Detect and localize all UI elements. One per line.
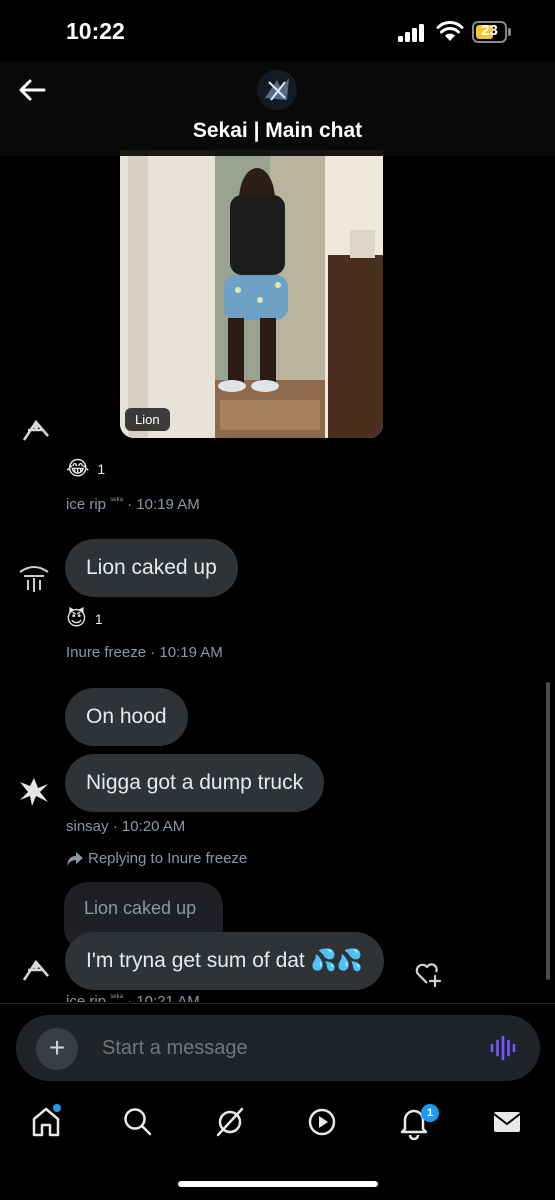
reaction-count: 1 [97,461,106,477]
group-avatar[interactable] [257,70,297,110]
status-bar: 10:22 23 [0,0,555,62]
reply-label: Replying to Inure freeze [88,850,248,867]
message-time: 10:21 AM [136,993,200,1002]
notifications-badge: 1 [421,1104,439,1122]
reaction-emoji: 😈 [66,608,87,630]
search-icon[interactable] [120,1104,156,1140]
message-composer: + [16,1015,540,1081]
message-meta: ice rip ˢᵉᵏᵃ · 10:21 AM [66,992,200,1002]
reaction[interactable]: 😂 1 [66,458,105,480]
signal-icon [398,24,426,42]
status-time: 10:22 [66,18,125,44]
sender-name: sinsay [66,818,109,835]
sender-tag: ˢᵉᵏᵃ [110,992,123,1002]
sender-name: ice rip [66,993,107,1002]
reply-indicator: Replying to Inure freeze [66,850,247,867]
home-unread-dot [53,1104,61,1112]
battery-icon: 23 [472,21,512,43]
reaction-count: 1 [94,611,103,627]
voice-message-icon[interactable] [489,1035,517,1061]
reply-arrow-icon [67,851,83,866]
media-label: Lion [125,408,170,431]
messages-envelope-icon[interactable] [489,1104,525,1140]
home-indicator[interactable] [178,1181,378,1187]
sender-tag: ˢᵉᵏᵃ [110,495,123,505]
grok-icon[interactable] [212,1104,248,1140]
message-bubble[interactable]: Nigga got a dump truck [65,754,325,812]
message-meta: ice rip ˢᵉᵏᵃ · 10:19 AM [66,495,200,513]
message-time: 10:20 AM [121,818,186,835]
video-icon[interactable] [304,1104,340,1140]
message-time: 10:19 AM [136,496,200,513]
wifi-icon [436,21,464,41]
message-bubble[interactable]: On hood [65,688,188,746]
avatar[interactable] [16,950,56,990]
reaction-emoji: 😂 [66,458,90,480]
sender-name: Inure freeze [66,644,147,661]
back-arrow-icon[interactable] [14,76,50,104]
battery-level: 23 [481,22,498,39]
avatar[interactable] [14,558,54,598]
chat-title[interactable]: Sekai | Main chat [0,119,555,143]
message-meta: sinsay · 10:20 AM [66,818,186,835]
message-input[interactable] [102,1029,462,1067]
sender-name: ice rip [66,496,107,513]
avatar[interactable] [14,772,54,812]
add-reaction-icon[interactable] [413,958,443,988]
shared-photo[interactable] [120,150,383,438]
chat-header: Sekai | Main chat [0,62,555,156]
message-bubble[interactable]: I'm tryna get sum of dat 💦💦 [65,932,384,990]
message-bubble[interactable]: Lion caked up [65,539,238,597]
scrollbar[interactable] [546,682,550,980]
message-meta: Inure freeze · 10:19 AM [66,644,223,661]
message-time: 10:19 AM [159,644,223,661]
add-attachment-button[interactable]: + [36,1028,78,1070]
avatar[interactable] [16,410,56,450]
reaction[interactable]: 😈 1 [66,608,103,630]
